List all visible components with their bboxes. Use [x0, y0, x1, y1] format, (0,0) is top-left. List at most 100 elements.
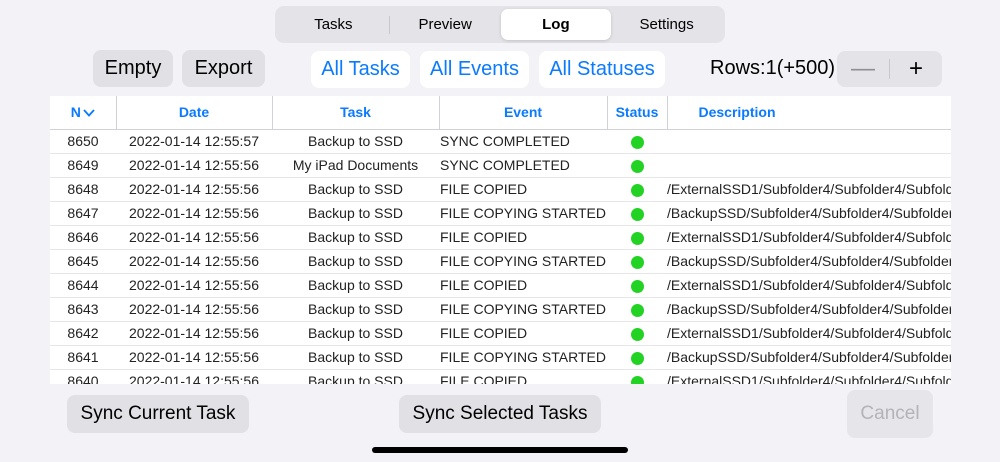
rows-stepper: — + [837, 51, 942, 87]
status-ok-icon [630, 135, 644, 149]
row-event: SYNC COMPLETED [439, 129, 607, 154]
row-event: FILE COPIED [439, 321, 607, 346]
table-row[interactable]: 8644 2022-01-14 12:55:56 Backup to SSD FILE… [50, 273, 951, 298]
row-description: /BackupSSD/Subfolder4/Subfolder4/Subfold… [667, 297, 951, 322]
row-number: 8646 [50, 225, 116, 250]
row-description: /BackupSSD/Subfolder4/Subfolder4/Subfold… [667, 249, 951, 274]
row-number: 8640 [50, 369, 116, 384]
status-ok-icon [630, 303, 644, 317]
sync-selected-tasks-button[interactable]: Sync Selected Tasks [399, 395, 601, 433]
row-task: Backup to SSD [272, 321, 439, 346]
row-number: 8648 [50, 177, 116, 202]
table-row[interactable]: 8643 2022-01-14 12:55:56 Backup to SSD FILE… [50, 297, 951, 322]
row-number: 8642 [50, 321, 116, 346]
row-description [667, 129, 951, 154]
status-ok-icon [630, 327, 644, 341]
decrement-button[interactable]: — [837, 51, 889, 87]
status-ok-icon [630, 231, 644, 245]
table-row[interactable]: 8642 2022-01-14 12:55:56 Backup to SSD FILE… [50, 321, 951, 346]
table-row[interactable]: 8647 2022-01-14 12:55:56 Backup to SSD FILE… [50, 201, 951, 226]
column-header-status[interactable]: Status [607, 96, 668, 130]
row-task: Backup to SSD [272, 297, 439, 322]
cancel-button[interactable]: Cancel [847, 390, 933, 438]
row-number: 8641 [50, 345, 116, 370]
table-row[interactable]: 8645 2022-01-14 12:55:56 Backup to SSD FILE… [50, 249, 951, 274]
row-task: Backup to SSD [272, 201, 439, 226]
table-row[interactable]: 8641 2022-01-14 12:55:56 Backup to SSD FILE… [50, 345, 951, 370]
row-event: FILE COPYING STARTED [439, 249, 607, 274]
status-ok-icon [630, 159, 644, 173]
row-task: My iPad Documents [272, 153, 439, 178]
row-status [607, 321, 667, 346]
log-table[interactable]: N Date Task Event Status Description 865… [50, 96, 951, 384]
row-event: FILE COPYING STARTED [439, 297, 607, 322]
status-ok-icon [630, 375, 644, 384]
row-event: FILE COPIED [439, 177, 607, 202]
table-row[interactable]: 8648 2022-01-14 12:55:56 Backup to SSD FILE… [50, 177, 951, 202]
column-header-event[interactable]: Event [439, 96, 608, 130]
row-description: /ExternalSSD1/Subfolder4/Subfolder4/Subf… [667, 369, 951, 384]
row-status [607, 225, 667, 250]
table-row[interactable]: 8640 2022-01-14 12:55:56 Backup to SSD FILE… [50, 369, 951, 384]
tab-preview[interactable]: Preview [390, 9, 501, 40]
row-number: 8650 [50, 129, 116, 154]
row-event: SYNC COMPLETED [439, 153, 607, 178]
row-date: 2022-01-14 12:55:56 [116, 345, 272, 370]
row-date: 2022-01-14 12:55:56 [116, 201, 272, 226]
status-ok-icon [630, 351, 644, 365]
increment-button[interactable]: + [890, 51, 942, 87]
row-description: /ExternalSSD1/Subfolder4/Subfolder4/Subf… [667, 225, 951, 250]
row-date: 2022-01-14 12:55:56 [116, 369, 272, 384]
row-description: /ExternalSSD1/Subfolder4/Subfolder4/Subf… [667, 177, 951, 202]
row-description: /ExternalSSD1/Subfolder4/Subfolder4/Subf… [667, 273, 951, 298]
row-number: 8643 [50, 297, 116, 322]
row-task: Backup to SSD [272, 225, 439, 250]
status-ok-icon [630, 255, 644, 269]
row-task: Backup to SSD [272, 177, 439, 202]
tab-log[interactable]: Log [500, 9, 612, 40]
row-description: /BackupSSD/Subfolder4/Subfolder4/Subfold… [667, 345, 951, 370]
row-description: /BackupSSD/Subfolder4/Subfolder4/Subfold… [667, 201, 951, 226]
row-number: 8647 [50, 201, 116, 226]
row-status [607, 297, 667, 322]
row-date: 2022-01-14 12:55:56 [116, 177, 272, 202]
row-task: Backup to SSD [272, 129, 439, 154]
row-date: 2022-01-14 12:55:57 [116, 129, 272, 154]
row-number: 8649 [50, 153, 116, 178]
row-event: FILE COPIED [439, 369, 607, 384]
row-event: FILE COPYING STARTED [439, 345, 607, 370]
column-header-description[interactable]: Description [667, 96, 951, 130]
row-status [607, 369, 667, 384]
column-header-task[interactable]: Task [272, 96, 440, 130]
status-ok-icon [630, 207, 644, 221]
row-event: FILE COPIED [439, 225, 607, 250]
row-date: 2022-01-14 12:55:56 [116, 321, 272, 346]
filter-tasks-button[interactable]: All Tasks [311, 51, 410, 88]
tab-tasks[interactable]: Tasks [278, 9, 389, 40]
empty-button[interactable]: Empty [93, 50, 173, 87]
tab-settings[interactable]: Settings [611, 9, 722, 40]
row-date: 2022-01-14 12:55:56 [116, 297, 272, 322]
row-description: /ExternalSSD1/Subfolder4/Subfolder4/Subf… [667, 321, 951, 346]
table-row[interactable]: 8646 2022-01-14 12:55:56 Backup to SSD FILE… [50, 225, 951, 250]
row-task: Backup to SSD [272, 345, 439, 370]
row-status [607, 129, 667, 154]
row-number: 8645 [50, 249, 116, 274]
filter-statuses-button[interactable]: All Statuses [539, 51, 665, 88]
sync-current-task-button[interactable]: Sync Current Task [67, 395, 249, 433]
filter-events-button[interactable]: All Events [420, 51, 529, 88]
row-status [607, 153, 667, 178]
row-status [607, 201, 667, 226]
row-event: FILE COPYING STARTED [439, 201, 607, 226]
table-header-row: N Date Task Event Status Description [50, 96, 951, 130]
table-row[interactable]: 8649 2022-01-14 12:55:56 My iPad Documents… [50, 153, 951, 178]
row-date: 2022-01-14 12:55:56 [116, 225, 272, 250]
row-status [607, 273, 667, 298]
rows-count-label: Rows:1(+500) [710, 57, 836, 79]
export-button[interactable]: Export [182, 50, 265, 87]
table-row[interactable]: 8650 2022-01-14 12:55:57 Backup to SSD SYNC… [50, 129, 951, 154]
column-header-date[interactable]: Date [116, 96, 273, 130]
column-header-n[interactable]: N [50, 96, 117, 130]
home-indicator [372, 447, 628, 453]
column-header-n-label: N [70, 104, 81, 121]
